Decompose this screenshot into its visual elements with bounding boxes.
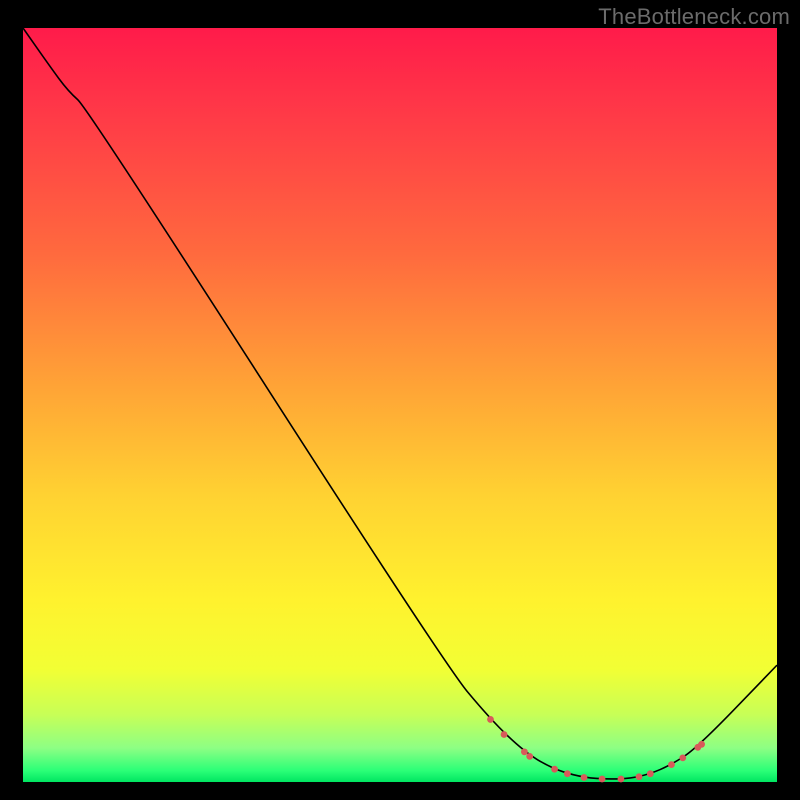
chart-container: TheBottleneck.com [0, 0, 800, 800]
watermark-text: TheBottleneck.com [598, 4, 790, 30]
bottleneck-chart [0, 0, 800, 800]
plot-background [23, 28, 777, 782]
